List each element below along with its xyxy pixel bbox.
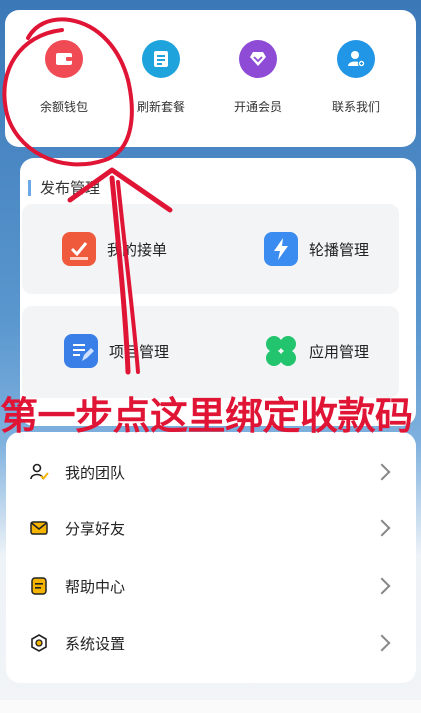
chevron-right-icon [373,519,391,537]
section-title: 发布管理 [28,180,100,196]
menu-list-card: 我的团队 分享好友 帮助中心 系统设置 [6,432,416,683]
bottom-tab-bar [0,700,421,713]
publish-item-projects[interactable]: 项目管理 [64,334,169,368]
menu-item-label: 系统设置 [65,634,126,653]
team-icon [30,463,49,480]
publish-item-orders[interactable]: 我的接单 [62,232,167,266]
vip-diamond-icon [239,40,277,78]
publish-tile-row: 我的接单 轮播管理 [22,204,399,294]
share-mail-icon [30,521,48,535]
publish-item-carousel[interactable]: 轮播管理 [264,232,369,266]
publish-tile-row: 项目管理 应用管理 [22,306,399,398]
menu-item-team[interactable]: 我的团队 [6,444,416,500]
menu-item-help[interactable]: 帮助中心 [6,558,416,614]
menu-item-label: 帮助中心 [65,577,126,596]
menu-item-share[interactable]: 分享好友 [6,500,416,556]
carousel-bolt-icon [264,232,298,266]
quick-action-label: 开通会员 [233,100,282,114]
apps-clover-icon [264,334,298,368]
contact-user-icon [337,40,375,78]
menu-item-label: 我的团队 [65,463,126,482]
publish-item-label: 应用管理 [309,342,370,361]
help-doc-icon [31,577,47,595]
publish-item-label: 项目管理 [109,342,170,361]
publish-item-label: 轮播管理 [309,240,370,259]
menu-item-label: 分享好友 [65,519,126,538]
publish-item-apps[interactable]: 应用管理 [264,334,369,368]
quick-action-contact[interactable]: 联系我们 [311,40,401,115]
publish-item-label: 我的接单 [107,240,168,259]
quick-actions-card: 余额钱包 刷新套餐 开通会员 联系我们 [5,10,416,147]
quick-action-label: 联系我们 [331,100,380,114]
quick-action-label: 刷新套餐 [136,100,185,114]
settings-hex-icon [31,634,47,652]
publish-management-card: 发布管理 我的接单 轮播管理 项目管理 应用管理 [20,158,416,426]
wallet-icon [45,40,83,78]
refresh-package-icon [142,40,180,78]
annotation-text: 第一步点这里绑定收款码 [0,394,413,438]
quick-action-label: 余额钱包 [39,100,88,114]
quick-action-vip[interactable]: 开通会员 [213,40,303,115]
chevron-right-icon [373,634,391,652]
orders-icon [62,232,96,266]
menu-item-settings[interactable]: 系统设置 [6,615,416,671]
project-edit-icon [64,334,98,368]
chevron-right-icon [373,463,391,481]
quick-action-refresh-package[interactable]: 刷新套餐 [116,40,206,115]
chevron-right-icon [373,577,391,595]
quick-action-wallet[interactable]: 余额钱包 [19,40,109,115]
